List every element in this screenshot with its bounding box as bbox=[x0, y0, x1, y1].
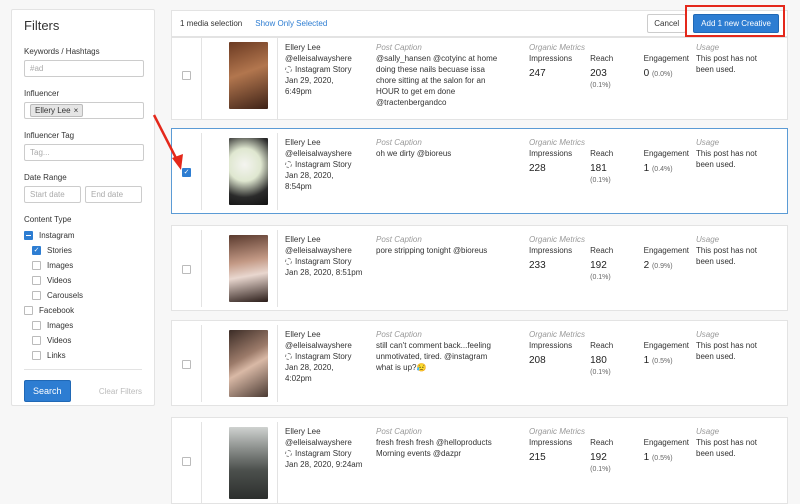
organic-metrics: Organic Metrics Impressions 215 Reach 192 … bbox=[529, 427, 689, 473]
stories-checkbox[interactable]: ✓ bbox=[32, 246, 41, 255]
filters-title: Filters bbox=[24, 18, 60, 33]
media-row-selected[interactable]: ✓ Ellery Lee @elleisalwayshere Instagram… bbox=[171, 128, 788, 214]
clear-filters-link[interactable]: Clear Filters bbox=[99, 387, 142, 396]
post-caption: Post Caption oh we dirty @bioreus bbox=[376, 138, 452, 158]
media-thumbnail[interactable] bbox=[229, 138, 268, 205]
organic-metrics: Organic Metrics Impressions 247 Reach 203 … bbox=[529, 43, 689, 89]
selection-count: 1 media selection bbox=[180, 19, 243, 28]
instagram-checkbox[interactable] bbox=[24, 231, 33, 240]
story-icon bbox=[285, 450, 292, 457]
filters-panel: Filters Keywords / Hashtags #ad Influenc… bbox=[11, 9, 155, 406]
thumbnail-frame bbox=[201, 230, 278, 307]
organic-metrics: Organic Metrics Impressions 228 Reach 181 … bbox=[529, 138, 689, 184]
post-caption: Post Caption still can't comment back...… bbox=[376, 330, 491, 372]
row-checkbox[interactable] bbox=[182, 360, 191, 369]
media-thumbnail[interactable] bbox=[229, 235, 268, 302]
influencer-chip: Ellery Lee × bbox=[30, 104, 84, 117]
carousels-filter[interactable]: Carousels bbox=[24, 288, 142, 303]
user-info: Ellery Lee @elleisalwayshere Instagram S… bbox=[285, 330, 352, 383]
thumbnail-frame bbox=[201, 325, 278, 402]
search-button[interactable]: Search bbox=[24, 380, 71, 402]
fb-links-checkbox[interactable] bbox=[32, 351, 41, 360]
highlight-box bbox=[685, 5, 785, 37]
media-thumbnail[interactable] bbox=[229, 42, 268, 109]
user-info: Ellery Lee @elleisalwayshere Instagram S… bbox=[285, 43, 352, 96]
row-checkbox[interactable] bbox=[182, 71, 191, 80]
usage: Usage This post has not been used. bbox=[696, 427, 757, 458]
influencer-tag-label: Influencer Tag bbox=[24, 131, 75, 140]
show-only-selected-link[interactable]: Show Only Selected bbox=[255, 19, 327, 28]
fb-images-filter[interactable]: Images bbox=[24, 318, 142, 333]
usage: Usage This post has not been used. bbox=[696, 138, 757, 169]
start-date-input[interactable]: Start date bbox=[24, 186, 81, 203]
fb-videos-filter[interactable]: Videos bbox=[24, 333, 142, 348]
story-icon bbox=[285, 353, 292, 360]
media-row[interactable]: Ellery Lee @elleisalwayshere Instagram S… bbox=[171, 225, 788, 311]
user-info: Ellery Lee @elleisalwayshere Instagram S… bbox=[285, 138, 352, 191]
content-type-label: Content Type bbox=[24, 215, 72, 224]
fb-videos-checkbox[interactable] bbox=[32, 336, 41, 345]
media-row[interactable]: Ellery Lee @elleisalwayshere Instagram S… bbox=[171, 320, 788, 406]
annotation-arrow-icon bbox=[152, 114, 183, 170]
post-caption: Post Caption pore stripping tonight @bio… bbox=[376, 235, 488, 255]
cancel-button[interactable]: Cancel bbox=[647, 14, 687, 33]
row-checkbox[interactable] bbox=[182, 265, 191, 274]
images-filter[interactable]: Images bbox=[24, 258, 142, 273]
carousels-checkbox[interactable] bbox=[32, 291, 41, 300]
organic-metrics: Organic Metrics Impressions 233 Reach 192 … bbox=[529, 235, 689, 281]
facebook-checkbox[interactable] bbox=[24, 306, 33, 315]
facebook-filter[interactable]: Facebook bbox=[24, 303, 142, 318]
usage: Usage This post has not been used. bbox=[696, 43, 757, 74]
story-icon bbox=[285, 161, 292, 168]
date-range-label: Date Range bbox=[24, 173, 67, 182]
story-icon bbox=[285, 66, 292, 73]
media-row[interactable]: Ellery Lee @elleisalwayshere Instagram S… bbox=[171, 417, 788, 504]
influencer-tag-input[interactable]: Tag... bbox=[24, 144, 144, 161]
keywords-label: Keywords / Hashtags bbox=[24, 47, 100, 56]
usage: Usage This post has not been used. bbox=[696, 235, 757, 266]
end-date-input[interactable]: End date bbox=[85, 186, 142, 203]
instagram-filter[interactable]: Instagram bbox=[24, 228, 142, 243]
user-info: Ellery Lee @elleisalwayshere Instagram S… bbox=[285, 427, 363, 469]
images-checkbox[interactable] bbox=[32, 261, 41, 270]
thumbnail-frame bbox=[201, 133, 278, 210]
videos-checkbox[interactable] bbox=[32, 276, 41, 285]
influencer-label: Influencer bbox=[24, 89, 60, 98]
organic-metrics: Organic Metrics Impressions 208 Reach 180 … bbox=[529, 330, 689, 376]
divider bbox=[24, 369, 142, 370]
post-caption: Post Caption fresh fresh fresh @hellopro… bbox=[376, 427, 492, 458]
fb-images-checkbox[interactable] bbox=[32, 321, 41, 330]
post-caption: Post Caption @sally_hansen @cotyinc at h… bbox=[376, 43, 498, 107]
user-info: Ellery Lee @elleisalwayshere Instagram S… bbox=[285, 235, 363, 277]
media-row[interactable]: Ellery Lee @elleisalwayshere Instagram S… bbox=[171, 37, 788, 120]
videos-filter[interactable]: Videos bbox=[24, 273, 142, 288]
thumbnail-frame bbox=[201, 422, 278, 504]
media-thumbnail[interactable] bbox=[229, 427, 268, 499]
story-icon bbox=[285, 258, 292, 265]
usage: Usage This post has not been used. bbox=[696, 330, 757, 361]
stories-filter[interactable]: ✓ Stories bbox=[24, 243, 142, 258]
row-checkbox[interactable] bbox=[182, 457, 191, 466]
fb-links-filter[interactable]: Links bbox=[24, 348, 142, 363]
influencer-input[interactable]: Ellery Lee × bbox=[24, 102, 144, 119]
remove-chip-icon[interactable]: × bbox=[74, 106, 79, 115]
media-thumbnail[interactable] bbox=[229, 330, 268, 397]
keywords-input[interactable]: #ad bbox=[24, 60, 144, 77]
thumbnail-frame bbox=[201, 38, 278, 120]
